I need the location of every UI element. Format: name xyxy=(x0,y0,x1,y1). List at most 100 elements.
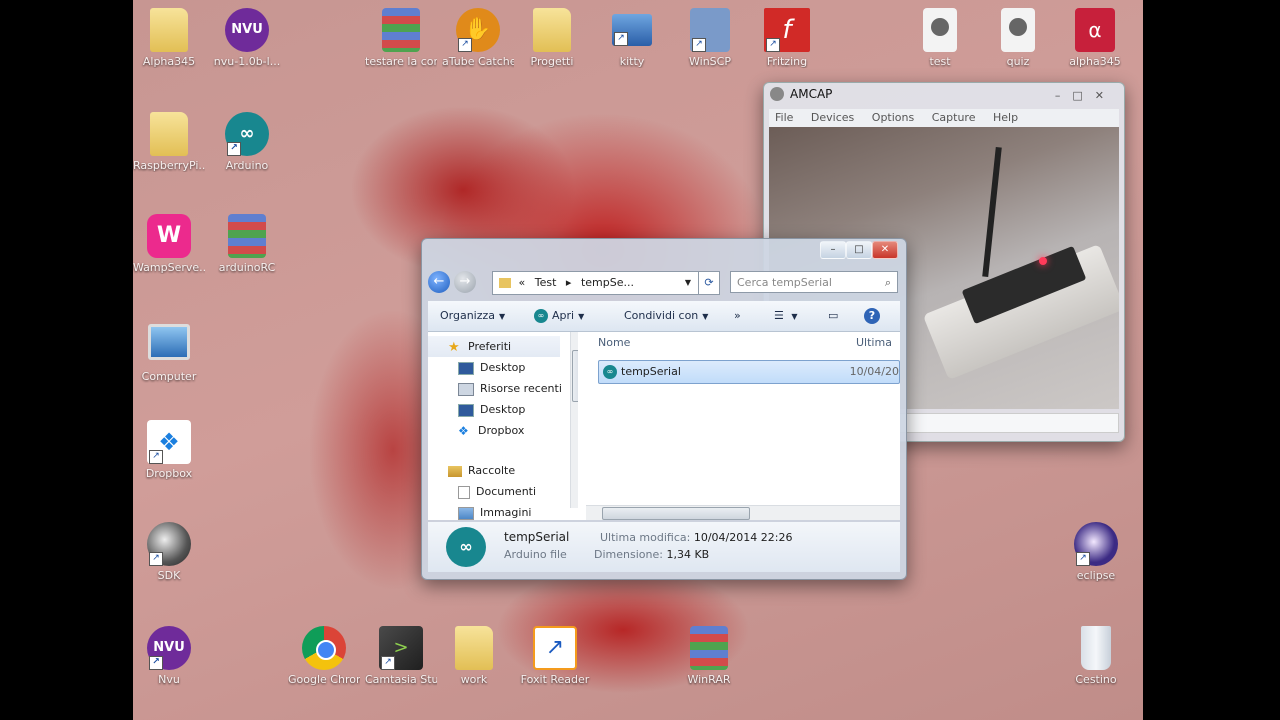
desktop-icon-sdk[interactable]: ↗ SDK xyxy=(133,522,205,582)
share-label: Condividi con xyxy=(624,309,699,322)
desktop-icon-nvu[interactable]: NVU ↗ Nvu xyxy=(133,626,205,686)
desktop-icon-wampserver[interactable]: W WampServe... xyxy=(133,214,205,274)
back-button[interactable]: ← xyxy=(428,271,450,293)
icon-label: SDK xyxy=(157,569,181,582)
desktop-icon-progetti[interactable]: Progetti xyxy=(516,8,588,68)
breadcrumb-sep: « xyxy=(518,276,526,289)
desktop-icon-nvu-installer[interactable]: NVU nvu-1.0b-l... xyxy=(211,8,283,68)
desktop-icon-atube[interactable]: ✋ ↗ aTube Catcher xyxy=(442,8,514,68)
organize-button[interactable]: Organizza ▼ xyxy=(440,301,505,332)
desktop-icon-kitty[interactable]: ↗ kitty xyxy=(596,8,668,68)
icon-label: Progetti xyxy=(530,55,574,68)
nav-libraries[interactable]: Raccolte xyxy=(428,460,578,481)
close-button[interactable]: ✕ xyxy=(872,241,898,259)
breadcrumb-test[interactable]: Test xyxy=(535,276,557,289)
file-date: 10/04/20 xyxy=(849,365,899,378)
desktop-icon-fritzing[interactable]: f ↗ Fritzing xyxy=(751,8,823,68)
details-size-value: 1,34 KB xyxy=(666,548,710,561)
details-modified-value: 10/04/2014 22:26 xyxy=(693,531,793,544)
file-name: tempSerial xyxy=(621,365,681,378)
maximize-button[interactable]: □ xyxy=(846,241,872,259)
desktop-icon-camtasia[interactable]: >↗ Camtasia Studio 8 xyxy=(365,626,437,686)
address-bar[interactable]: « Test ▸ tempSe... ▼ xyxy=(492,271,718,295)
desktop-icon-winscp[interactable]: ↗ WinSCP xyxy=(674,8,746,68)
folder-icon xyxy=(499,278,511,288)
help-button[interactable]: ? xyxy=(864,301,880,331)
icon-label: kitty xyxy=(619,55,645,68)
menu-capture[interactable]: Capture xyxy=(932,111,976,124)
winrar-icon xyxy=(228,214,266,258)
breadcrumb-current[interactable]: tempSe... xyxy=(581,276,634,289)
open-button[interactable]: ∞ Apri ▼ xyxy=(534,301,584,332)
desktop-icon-alpha345[interactable]: Alpha345 xyxy=(133,8,205,68)
nav-scrollbar[interactable] xyxy=(570,332,578,508)
amcap-titlebar[interactable]: AMCAP –□✕ xyxy=(764,83,1124,105)
search-input[interactable]: Cerca tempSerial ⌕ xyxy=(730,271,898,293)
nav-label: Dropbox xyxy=(478,424,525,437)
menu-help[interactable]: Help xyxy=(993,111,1018,124)
desktop-icon-chrome[interactable]: Google Chrome xyxy=(288,626,360,686)
desktop-icon-dropbox[interactable]: ❖ ↗ Dropbox xyxy=(133,420,205,480)
nav-label: Documenti xyxy=(476,485,537,498)
preview-board xyxy=(922,243,1119,381)
desktop-icon-winrar[interactable]: WinRAR xyxy=(673,626,745,686)
minimize-icon[interactable]: – xyxy=(1055,89,1073,102)
desktop-icon-cestino[interactable]: Cestino xyxy=(1060,626,1132,686)
search-placeholder: Cerca tempSerial xyxy=(737,276,832,289)
scrollbar-thumb[interactable] xyxy=(572,350,578,402)
explorer-window[interactable]: – □ ✕ ← → « Test ▸ tempSe... ▼ ⟳ Cerca tem… xyxy=(421,238,907,580)
preview-pane-button[interactable]: ▭ xyxy=(828,301,838,331)
file-row[interactable]: ∞ tempSerial 10/04/20 xyxy=(598,360,900,384)
nav-dropbox[interactable]: ❖ Dropbox xyxy=(428,420,578,441)
nav-documents[interactable]: Documenti xyxy=(428,481,578,502)
file-icon xyxy=(1001,8,1035,52)
minimize-button[interactable]: – xyxy=(820,241,846,259)
chevron-down-icon: ▼ xyxy=(499,312,506,321)
refresh-button[interactable]: ⟳ xyxy=(698,271,720,295)
menu-file[interactable]: File xyxy=(775,111,793,124)
share-button[interactable]: Condividi con ▼ xyxy=(624,301,708,332)
file-hscrollbar[interactable] xyxy=(586,505,900,520)
menu-options[interactable]: Options xyxy=(872,111,914,124)
maximize-icon[interactable]: □ xyxy=(1072,89,1094,102)
column-modified[interactable]: Ultima xyxy=(856,332,892,354)
command-bar: Organizza ▼ ∞ Apri ▼ Condividi con ▼ » ☰ ▼ ▭… xyxy=(428,301,900,332)
icon-label: Camtasia Studio 8 xyxy=(365,673,437,686)
desktop-icon-arduinorc[interactable]: arduinoRC xyxy=(211,214,283,274)
icon-label: RaspberryPi... xyxy=(133,159,205,172)
amcap-menubar: File Devices Options Capture Help xyxy=(769,109,1119,127)
menu-devices[interactable]: Devices xyxy=(811,111,854,124)
scrollbar-thumb[interactable] xyxy=(602,507,750,520)
icon-label: WinSCP xyxy=(689,55,731,68)
address-row: ← → « Test ▸ tempSe... ▼ ⟳ Cerca tempSer… xyxy=(428,269,900,295)
column-name[interactable]: Nome xyxy=(598,332,630,354)
view-options-button[interactable]: ☰ ▼ xyxy=(774,301,798,332)
amcap-title: AMCAP xyxy=(790,87,833,101)
amcap-window-controls[interactable]: –□✕ xyxy=(1055,85,1116,107)
details-modified: Ultima modifica: 10/04/2014 22:26 xyxy=(600,531,792,544)
nav-recent[interactable]: Risorse recenti xyxy=(428,378,578,399)
desktop-icon-eclipse[interactable]: ↗ eclipse xyxy=(1060,522,1132,582)
desktop-icon-foxit[interactable]: ↗ Foxit Reader xyxy=(519,626,591,686)
breadcrumb-arrow[interactable]: ▸ xyxy=(566,276,572,289)
icon-label: Nvu xyxy=(158,673,180,686)
close-icon[interactable]: ✕ xyxy=(1095,89,1116,102)
chevron-down-icon[interactable]: ▼ xyxy=(685,272,691,294)
desktop-icon-testare[interactable]: testare la connessio... xyxy=(365,8,437,68)
more-commands-button[interactable]: » xyxy=(734,301,741,331)
desktop-icon-computer[interactable]: Computer xyxy=(133,318,205,383)
desktop-icon-work[interactable]: work xyxy=(438,626,510,686)
nav-desktop-2[interactable]: Desktop xyxy=(428,399,578,420)
desktop-icon-quiz[interactable]: quiz xyxy=(982,8,1054,68)
computer-icon xyxy=(148,324,190,360)
nav-pictures[interactable]: Immagini xyxy=(428,502,578,520)
icon-label: Cestino xyxy=(1075,673,1117,686)
desktop-icon-arduino[interactable]: ∞ ↗ Arduino xyxy=(211,112,283,172)
icon-label: testare la connessio... xyxy=(365,55,437,68)
desktop-icon-test[interactable]: test xyxy=(904,8,976,68)
desktop-icon-alpha345-file[interactable]: α alpha345 xyxy=(1059,8,1131,68)
forward-button[interactable]: → xyxy=(454,271,476,293)
nav-desktop[interactable]: Desktop xyxy=(428,357,578,378)
desktop-icon-raspberrypi[interactable]: RaspberryPi... xyxy=(133,112,205,172)
nav-favorites[interactable]: ★ Preferiti xyxy=(428,336,560,357)
